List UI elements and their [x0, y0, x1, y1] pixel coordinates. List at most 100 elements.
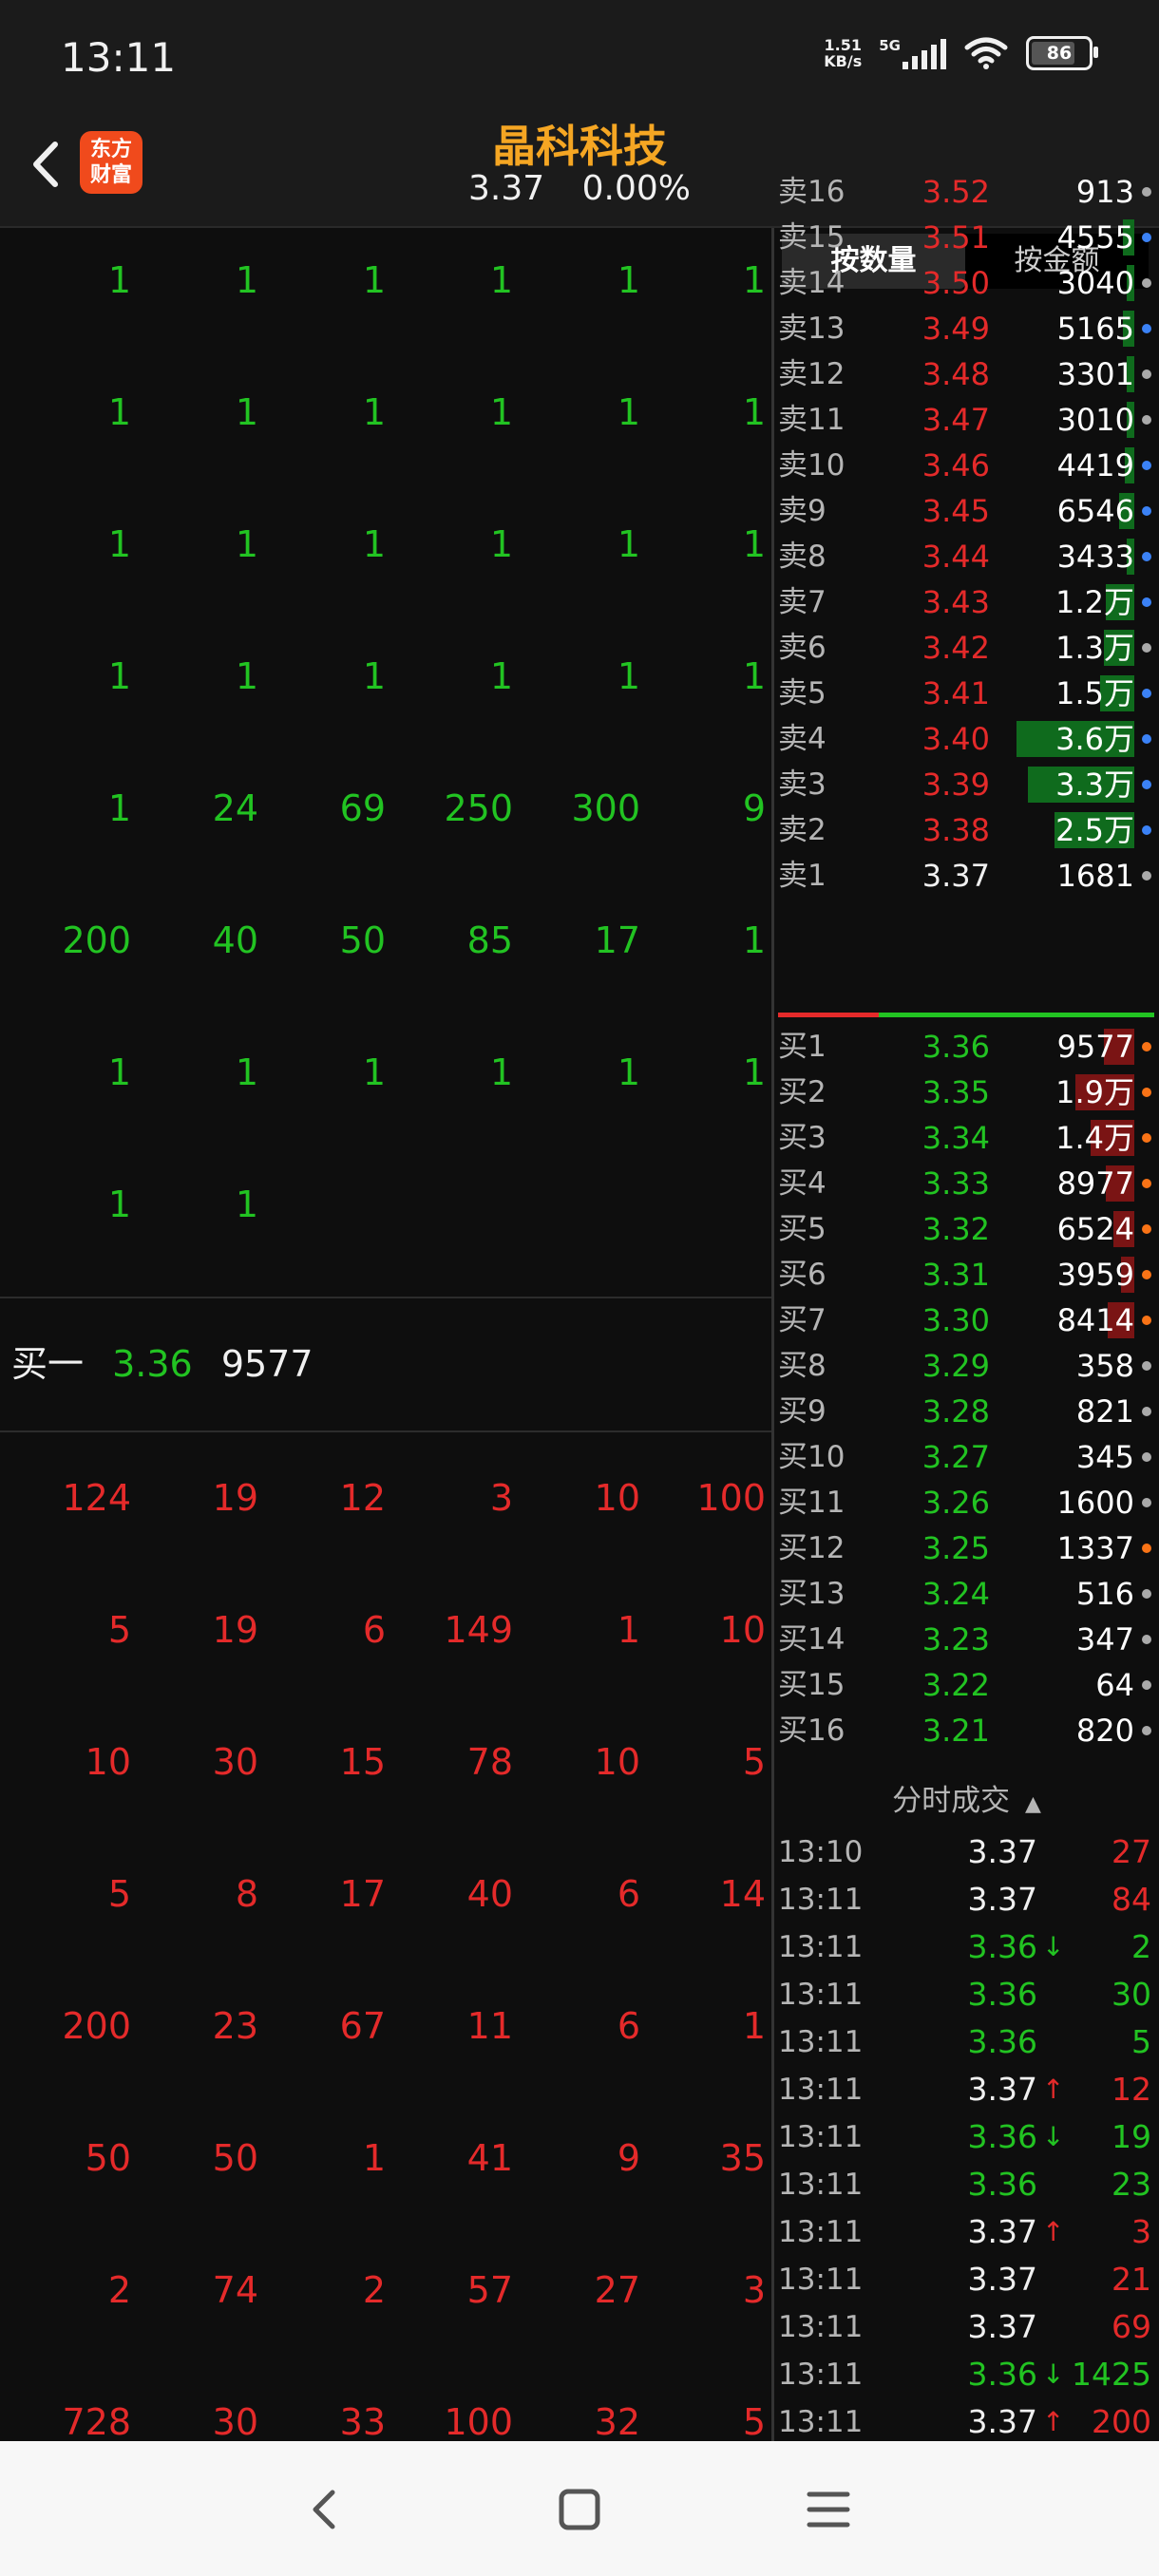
- sell-queue-cell: 1: [489, 259, 513, 301]
- tick-row: 13:11 3.37 21: [774, 2256, 1159, 2303]
- arrow-down-icon: ↓: [1042, 2121, 1065, 2152]
- ask-level[interactable]: 卖6 3.42 1.3万: [774, 625, 1159, 671]
- ask-label: 卖9: [778, 494, 826, 528]
- tick-row: 13:11 3.36 ↓ 19: [774, 2113, 1159, 2161]
- ask-label: 卖8: [778, 540, 826, 574]
- battery-icon: 86: [1026, 36, 1098, 70]
- bid-level[interactable]: 买2 3.35 1.9万: [774, 1070, 1159, 1115]
- ask-level[interactable]: 卖14 3.50 3040: [774, 260, 1159, 306]
- ask-level[interactable]: 卖4 3.40 3.6万: [774, 716, 1159, 762]
- buy-queue-cell: 6: [617, 2005, 640, 2047]
- ask-volume: 3.6万: [1055, 721, 1134, 757]
- ask-indicator-dot: [1142, 187, 1151, 197]
- bid-level[interactable]: 买8 3.29 358: [774, 1343, 1159, 1389]
- ask-level[interactable]: 卖11 3.47 3010: [774, 397, 1159, 443]
- ask-volume: 1.5万: [1055, 675, 1134, 711]
- ask-label: 卖2: [778, 813, 826, 847]
- tick-volume: 27: [1112, 1833, 1151, 1870]
- bid-level[interactable]: 买16 3.21 820: [774, 1708, 1159, 1753]
- ask-indicator-dot: [1142, 780, 1151, 789]
- sell-queue-row: 1 1 1 1 1 1: [0, 1007, 771, 1139]
- bid-label: 买3: [778, 1121, 826, 1155]
- bid-level[interactable]: 买4 3.33 8977: [774, 1161, 1159, 1206]
- sell-queue-cell: 1: [617, 259, 640, 301]
- system-nav-bar: [0, 2441, 1159, 2576]
- buy-queue-cell: 5: [742, 1741, 766, 1783]
- sell-queue-cell: 17: [594, 919, 640, 961]
- sell-queue-cell: 1: [742, 523, 766, 565]
- ask-level[interactable]: 卖3 3.39 3.3万: [774, 762, 1159, 807]
- ask-level[interactable]: 卖8 3.44 3433: [774, 534, 1159, 579]
- ask-level[interactable]: 卖7 3.43 1.2万: [774, 579, 1159, 625]
- bid-volume: 1.4万: [1055, 1120, 1134, 1156]
- ask-level[interactable]: 卖9 3.45 6546: [774, 488, 1159, 534]
- tick-price: 3.37: [967, 2403, 1037, 2440]
- bid-indicator-dot: [1142, 1407, 1151, 1416]
- bid-level[interactable]: 买9 3.28 821: [774, 1389, 1159, 1434]
- sell-queue-cell: 1: [742, 391, 766, 433]
- ask-price: 3.51: [922, 219, 990, 256]
- buy-queue-row: 200 23 67 11 6 1: [0, 1960, 771, 2093]
- stock-price: 3.37: [468, 169, 545, 208]
- ask-label: 卖1: [778, 859, 826, 893]
- sell-queue-cell: 1: [235, 523, 258, 565]
- tick-row: 13:11 3.37 84: [774, 1876, 1159, 1923]
- ask-label: 卖7: [778, 585, 826, 619]
- bid-level[interactable]: 买3 3.34 1.4万: [774, 1115, 1159, 1161]
- ask-volume: 1681: [1056, 858, 1134, 894]
- ask-level[interactable]: 卖5 3.41 1.5万: [774, 671, 1159, 716]
- bid-volume: 8414: [1056, 1302, 1134, 1338]
- sell-queue-cell: 1: [362, 391, 386, 433]
- arrow-up-icon: ↑: [1042, 2406, 1065, 2437]
- ask-indicator-dot: [1142, 369, 1151, 379]
- tick-row: 13:11 3.36 ↓ 2: [774, 1923, 1159, 1971]
- bid-price: 3.28: [922, 1393, 990, 1430]
- bid-level[interactable]: 买15 3.22 64: [774, 1662, 1159, 1708]
- arrow-up-icon: ↑: [1042, 2074, 1065, 2105]
- buy-queue-cell: 8: [235, 1873, 258, 1915]
- ask-level[interactable]: 卖13 3.49 5165: [774, 306, 1159, 351]
- caret-up-icon: ▲: [1024, 1792, 1041, 1816]
- sell-queue-cell: 1: [617, 655, 640, 697]
- ask-volume: 4419: [1056, 447, 1134, 483]
- tick-row: 13:11 3.36 23: [774, 2161, 1159, 2208]
- sell-queue-row: 1 1 1 1 1 1: [0, 347, 771, 479]
- bid-level[interactable]: 买14 3.23 347: [774, 1617, 1159, 1662]
- nav-back-icon[interactable]: [296, 2481, 353, 2538]
- nav-home-icon[interactable]: [551, 2481, 608, 2538]
- buy-queue-row: 5 8 17 40 6 14: [0, 1828, 771, 1960]
- bid-level[interactable]: 买12 3.25 1337: [774, 1525, 1159, 1571]
- ask-level[interactable]: 卖1 3.37 1681: [774, 853, 1159, 899]
- tick-volume: 30: [1112, 1976, 1151, 2013]
- tick-price: 3.36: [967, 1976, 1037, 2013]
- bid-indicator-dot: [1142, 1042, 1151, 1051]
- sell-queue-cell: 1: [742, 259, 766, 301]
- ask-volume: 913: [1075, 174, 1134, 210]
- sell-queue-cell: 69: [339, 787, 386, 829]
- bid-level[interactable]: 买10 3.27 345: [774, 1434, 1159, 1480]
- tick-volume: 5: [1131, 2023, 1151, 2060]
- bid-price: 3.30: [922, 1302, 990, 1338]
- bid-level[interactable]: 买6 3.31 3959: [774, 1252, 1159, 1297]
- ask-level[interactable]: 卖12 3.48 3301: [774, 351, 1159, 397]
- bid-level[interactable]: 买5 3.32 6524: [774, 1206, 1159, 1252]
- bid-label: 买9: [778, 1394, 826, 1429]
- ticks-header[interactable]: 分时成交 ▲: [774, 1774, 1159, 1828]
- nav-menu-icon[interactable]: [800, 2481, 857, 2538]
- ask-level[interactable]: 卖2 3.38 2.5万: [774, 807, 1159, 853]
- ask-level[interactable]: 卖15 3.51 4555: [774, 215, 1159, 260]
- sell-queue-cell: 1: [235, 655, 258, 697]
- bid-level[interactable]: 买1 3.36 9577: [774, 1024, 1159, 1070]
- ask-price: 3.47: [922, 402, 990, 438]
- tick-price: 3.36: [967, 2023, 1037, 2060]
- bid-indicator-dot: [1142, 1452, 1151, 1462]
- ask-price: 3.41: [922, 675, 990, 711]
- ask-level[interactable]: 卖10 3.46 4419: [774, 443, 1159, 488]
- ask-price: 3.44: [922, 539, 990, 575]
- bid-level[interactable]: 买11 3.26 1600: [774, 1480, 1159, 1525]
- ask-level[interactable]: 卖16 3.52 913: [774, 169, 1159, 215]
- buy-queue-cell: 10: [594, 1477, 640, 1519]
- bid-volume: 3959: [1056, 1257, 1134, 1293]
- bid-level[interactable]: 买7 3.30 8414: [774, 1297, 1159, 1343]
- bid-level[interactable]: 买13 3.24 516: [774, 1571, 1159, 1617]
